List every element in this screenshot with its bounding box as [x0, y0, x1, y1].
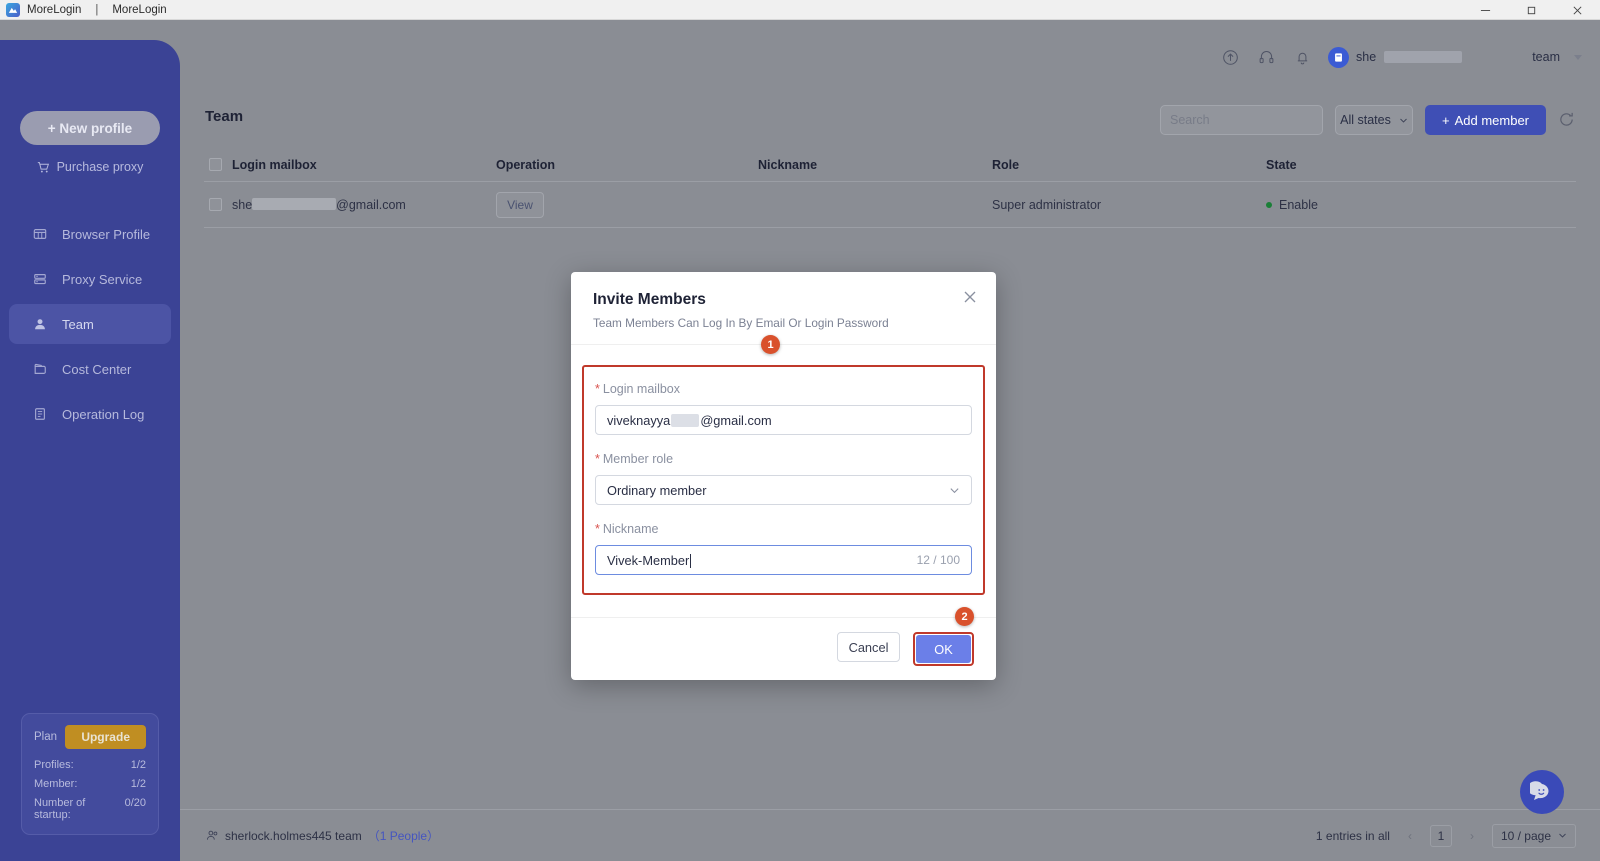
close-icon[interactable]: [963, 290, 979, 306]
member-role-value: Ordinary member: [607, 482, 707, 498]
chevron-down-icon: [950, 487, 959, 493]
invite-members-dialog: Invite Members Team Members Can Log In B…: [571, 272, 996, 680]
minimize-button[interactable]: [1462, 0, 1508, 20]
label-text: Member role: [602, 452, 674, 466]
mailbox-value-prefix: viveknayya: [607, 412, 671, 428]
dialog-footer: Cancel OK 2: [571, 607, 996, 680]
close-button[interactable]: [1554, 0, 1600, 20]
maximize-button[interactable]: [1508, 0, 1554, 20]
app-logo-icon: [6, 2, 20, 17]
modal-overlay: Invite Members Team Members Can Log In B…: [0, 40, 1600, 861]
nickname-input[interactable]: Vivek-Member 12 / 100: [595, 545, 972, 575]
required-marker: *: [595, 382, 600, 396]
annotation-badge-2: 2: [955, 607, 974, 626]
annotation-badge-1: 1: [761, 335, 780, 354]
mailbox-value-suffix: @gmail.com: [700, 412, 772, 428]
cancel-button[interactable]: Cancel: [837, 632, 900, 662]
window-titlebar: MoreLogin | MoreLogin: [0, 0, 1600, 20]
member-role-select[interactable]: Ordinary member: [595, 475, 972, 505]
ok-button-highlight: OK 2: [913, 607, 974, 666]
field-member-role: * Member role Ordinary member: [595, 452, 972, 505]
field-login-mailbox: * Login mailbox viveknayya @gmail.com: [595, 382, 972, 435]
required-marker: *: [595, 452, 600, 466]
dialog-body: 1 * Login mailbox viveknayya @gmail.com * M…: [571, 335, 996, 617]
window-app-name: MoreLogin: [27, 3, 82, 16]
label-text: Nickname: [602, 522, 659, 536]
dialog-title: Invite Members: [593, 291, 706, 308]
window-controls: [1462, 0, 1600, 20]
app-window: MoreLogin she team + New: [0, 20, 1600, 861]
field-nickname: * Nickname Vivek-Member 12 / 100: [595, 522, 972, 575]
dialog-subtitle: Team Members Can Log In By Email Or Logi…: [593, 316, 889, 330]
dialog-header: Invite Members Team Members Can Log In B…: [571, 272, 996, 345]
field-label: * Nickname: [595, 522, 972, 536]
required-marker: *: [595, 522, 600, 536]
label-text: Login mailbox: [602, 382, 681, 396]
field-label: * Login mailbox: [595, 382, 972, 396]
mailbox-value-redaction: [671, 413, 700, 427]
field-label: * Member role: [595, 452, 972, 466]
nickname-value: Vivek-Member: [607, 552, 692, 568]
nickname-counter: 12 / 100: [916, 553, 960, 567]
window-tab-name: MoreLogin: [112, 3, 167, 16]
ok-button[interactable]: OK: [916, 635, 971, 663]
form-highlight-region: 1 * Login mailbox viveknayya @gmail.com * M…: [582, 335, 985, 595]
login-mailbox-input[interactable]: viveknayya @gmail.com: [595, 405, 972, 435]
titlebar-separator: |: [95, 3, 99, 16]
